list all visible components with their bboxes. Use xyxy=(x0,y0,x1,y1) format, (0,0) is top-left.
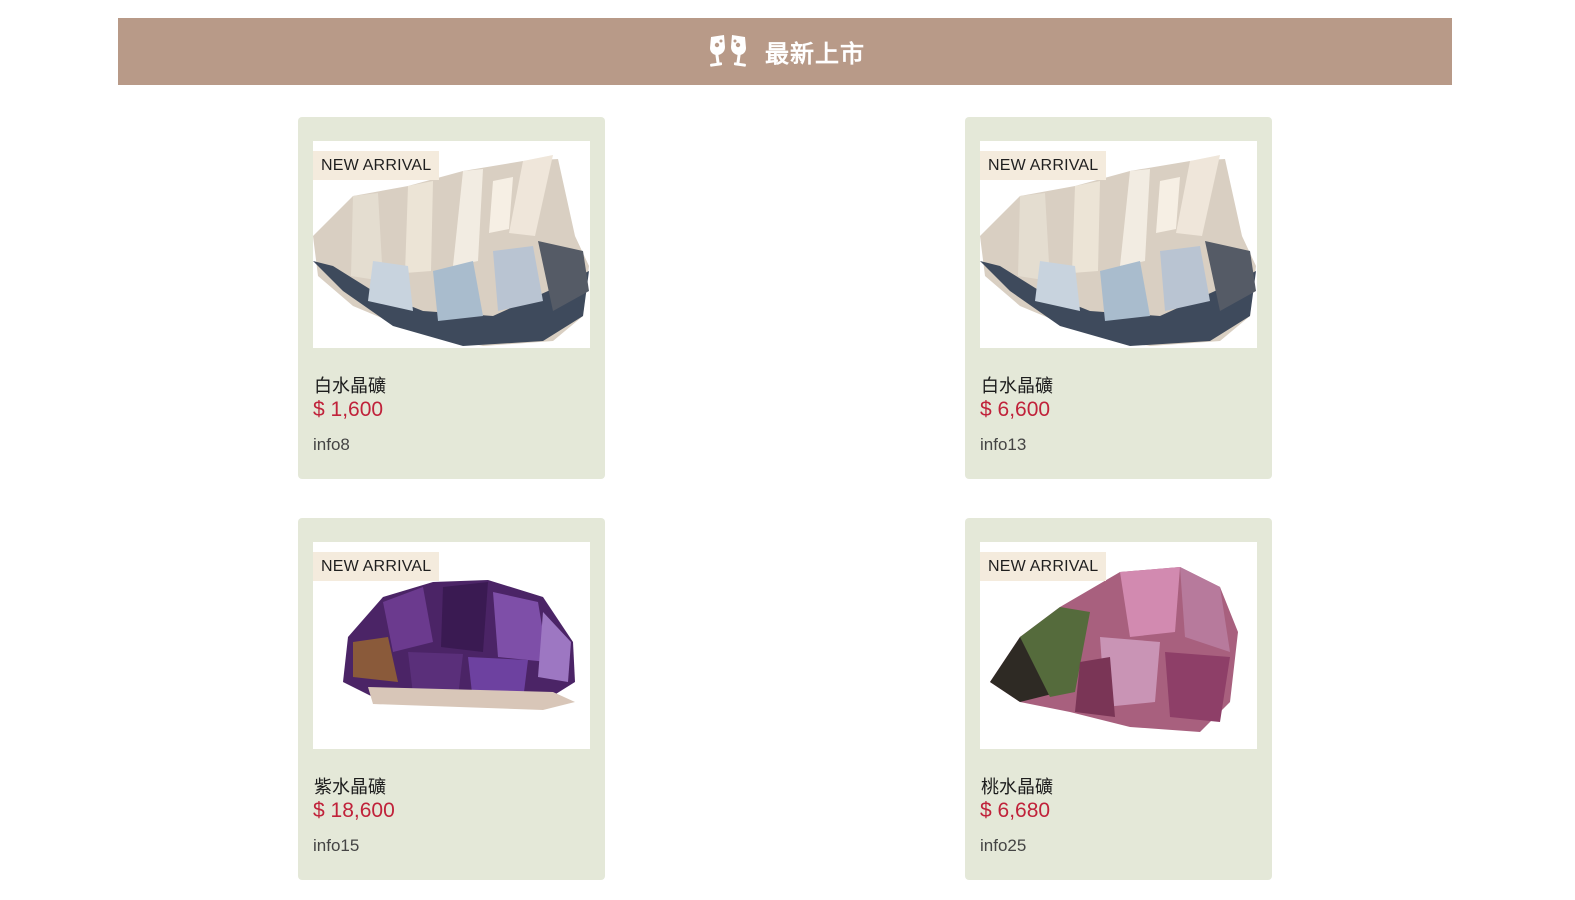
product-name[interactable]: 桃水晶礦 xyxy=(981,773,1053,799)
product-card[interactable]: NEW ARRIVAL 白水晶礦 $ 6,600 info13 xyxy=(965,117,1272,479)
product-card[interactable]: NEW ARRIVAL 桃水晶礦 $ 6,680 info25 xyxy=(965,518,1272,880)
product-info: info8 xyxy=(313,435,350,454)
product-price: $ 1,600 xyxy=(313,398,384,421)
product-info: info25 xyxy=(980,836,1027,855)
new-arrival-badge: NEW ARRIVAL xyxy=(313,552,440,581)
product-image[interactable]: NEW ARRIVAL xyxy=(980,542,1257,749)
product-name[interactable]: 白水晶礦 xyxy=(314,372,386,398)
new-arrival-badge: NEW ARRIVAL xyxy=(980,552,1107,581)
product-card[interactable]: NEW ARRIVAL 白水晶礦 $ 1,600 info8 xyxy=(298,117,605,479)
product-info: info13 xyxy=(980,435,1027,454)
section-header: 最新上市 xyxy=(118,18,1452,85)
product-price: $ 6,680 xyxy=(980,799,1051,822)
product-name[interactable]: 白水晶礦 xyxy=(981,372,1053,398)
new-arrival-badge: NEW ARRIVAL xyxy=(980,151,1107,180)
product-card[interactable]: NEW ARRIVAL 紫水晶礦 $ 18,600 info15 xyxy=(298,518,605,880)
product-image[interactable]: NEW ARRIVAL xyxy=(313,141,590,348)
product-image[interactable]: NEW ARRIVAL xyxy=(313,542,590,749)
product-price: $ 6,600 xyxy=(980,398,1051,421)
product-image[interactable]: NEW ARRIVAL xyxy=(980,141,1257,348)
new-arrival-badge: NEW ARRIVAL xyxy=(313,151,440,180)
wine-glasses-toast-icon xyxy=(710,34,746,67)
product-info: info15 xyxy=(313,836,360,855)
section-title: 最新上市 xyxy=(765,40,865,68)
product-price: $ 18,600 xyxy=(313,799,395,822)
product-name[interactable]: 紫水晶礦 xyxy=(314,773,386,799)
